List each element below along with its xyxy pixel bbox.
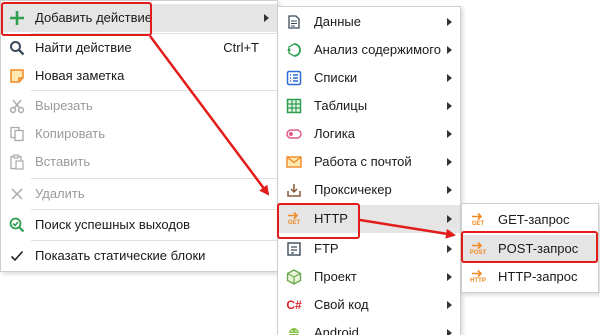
submenu-item-label: Логика	[314, 126, 355, 141]
http-icon: GET	[286, 211, 302, 227]
submenu-item-label: Работа с почтой	[314, 154, 412, 169]
submenu-arrow-icon	[264, 14, 269, 22]
submenu-item-label: Android	[314, 325, 359, 335]
submenu-item-label: HTTP-запрос	[498, 269, 578, 284]
submenu-item-get-request[interactable]: GET GET-запрос	[462, 206, 598, 234]
submenu-item-label: Анализ содержимого	[314, 42, 441, 57]
submenu-item-lists[interactable]: Списки	[278, 64, 460, 92]
menu-item-find-action[interactable]: Найти действие Ctrl+T	[1, 34, 277, 62]
delete-icon	[9, 186, 25, 202]
csharp-icon: C#	[286, 298, 302, 312]
submenu-item-proxy-checker[interactable]: Проксичекер	[278, 176, 460, 204]
content-analysis-icon	[286, 42, 302, 58]
scissors-icon	[9, 98, 25, 114]
menu-item-label: Вставить	[35, 154, 91, 169]
http-request-icon: HTTP	[470, 269, 486, 285]
submenu-item-label: HTTP	[314, 211, 348, 226]
submenu-item-label: GET-запрос	[498, 212, 570, 227]
add-action-submenu: Данные Анализ содержимого Списки Таблицы…	[277, 6, 461, 335]
menu-item-add-action[interactable]: Добавить действие	[1, 4, 277, 32]
submenu-item-label: Проксичекер	[314, 182, 392, 197]
tables-icon	[286, 98, 302, 114]
menu-separator	[31, 178, 277, 179]
search-icon	[9, 40, 25, 56]
mail-icon	[286, 154, 302, 170]
copy-icon	[9, 126, 25, 142]
proxy-checker-icon	[286, 182, 302, 198]
submenu-arrow-icon	[447, 273, 452, 281]
menu-separator	[31, 209, 277, 210]
plus-icon	[9, 10, 25, 26]
menu-item-label: Поиск успешных выходов	[35, 217, 191, 232]
project-icon	[286, 269, 302, 285]
menu-item-label: Удалить	[35, 186, 85, 201]
submenu-arrow-icon	[447, 102, 452, 110]
submenu-arrow-icon	[447, 74, 452, 82]
data-icon	[286, 14, 302, 30]
checkmark-icon	[9, 248, 25, 264]
submenu-item-label: Таблицы	[314, 98, 368, 113]
android-icon	[286, 325, 302, 335]
http-submenu: GET GET-запрос POST POST-запрос HTTP HTT…	[461, 203, 599, 293]
submenu-item-logic[interactable]: Логика	[278, 120, 460, 148]
submenu-item-label: Свой код	[314, 297, 369, 312]
submenu-arrow-icon	[447, 215, 452, 223]
post-request-icon: POST	[470, 241, 486, 257]
submenu-item-android[interactable]: Android	[278, 319, 460, 335]
menu-item-label: Копировать	[35, 126, 105, 141]
submenu-item-label: POST-запрос	[498, 241, 579, 256]
ftp-icon	[286, 241, 302, 257]
submenu-arrow-icon	[447, 186, 452, 194]
logic-icon	[286, 126, 302, 142]
context-menu: Добавить действие Найти действие Ctrl+T …	[0, 0, 278, 272]
submenu-item-http[interactable]: GET HTTP	[278, 205, 460, 233]
menu-item-label: Найти действие	[35, 40, 132, 55]
menu-item-label: Новая заметка	[35, 68, 125, 83]
menu-separator	[31, 240, 277, 241]
submenu-item-post-request[interactable]: POST POST-запрос	[462, 235, 598, 263]
submenu-item-own-code[interactable]: C# Свой код	[278, 291, 460, 319]
menu-item-copy[interactable]: Копировать	[1, 120, 277, 148]
submenu-item-mail[interactable]: Работа с почтой	[278, 148, 460, 176]
submenu-arrow-icon	[447, 329, 452, 335]
submenu-arrow-icon	[447, 18, 452, 26]
paste-icon	[9, 154, 25, 170]
shortcut-label: Ctrl+T	[223, 40, 259, 55]
submenu-arrow-icon	[447, 46, 452, 54]
submenu-item-tables[interactable]: Таблицы	[278, 92, 460, 120]
menu-item-cut[interactable]: Вырезать	[1, 92, 277, 120]
menu-item-new-note[interactable]: Новая заметка	[1, 62, 277, 90]
submenu-item-data[interactable]: Данные	[278, 8, 460, 36]
submenu-arrow-icon	[447, 158, 452, 166]
note-icon	[9, 68, 25, 84]
submenu-item-content-analysis[interactable]: Анализ содержимого	[278, 36, 460, 64]
submenu-item-label: Проект	[314, 269, 357, 284]
menu-item-label: Вырезать	[35, 98, 93, 113]
menu-item-search-successful-outputs[interactable]: Поиск успешных выходов	[1, 211, 277, 239]
menu-item-paste[interactable]: Вставить	[1, 148, 277, 176]
menu-item-show-static-blocks[interactable]: Показать статические блоки	[1, 242, 277, 270]
submenu-arrow-icon	[447, 245, 452, 253]
submenu-item-label: Списки	[314, 70, 358, 85]
submenu-arrow-icon	[447, 301, 452, 309]
submenu-item-label: Данные	[314, 14, 361, 29]
submenu-item-http-request[interactable]: HTTP HTTP-запрос	[462, 263, 598, 291]
lists-icon	[286, 70, 302, 86]
menu-separator	[31, 90, 277, 91]
menu-item-label: Добавить действие	[35, 10, 152, 25]
get-request-icon: GET	[470, 212, 486, 228]
menu-item-delete[interactable]: Удалить	[1, 180, 277, 208]
menu-item-label: Показать статические блоки	[35, 248, 206, 263]
search-success-icon	[9, 217, 25, 233]
submenu-item-project[interactable]: Проект	[278, 263, 460, 291]
submenu-item-label: FTP	[314, 241, 339, 256]
submenu-arrow-icon	[447, 130, 452, 138]
submenu-item-ftp[interactable]: FTP	[278, 235, 460, 263]
